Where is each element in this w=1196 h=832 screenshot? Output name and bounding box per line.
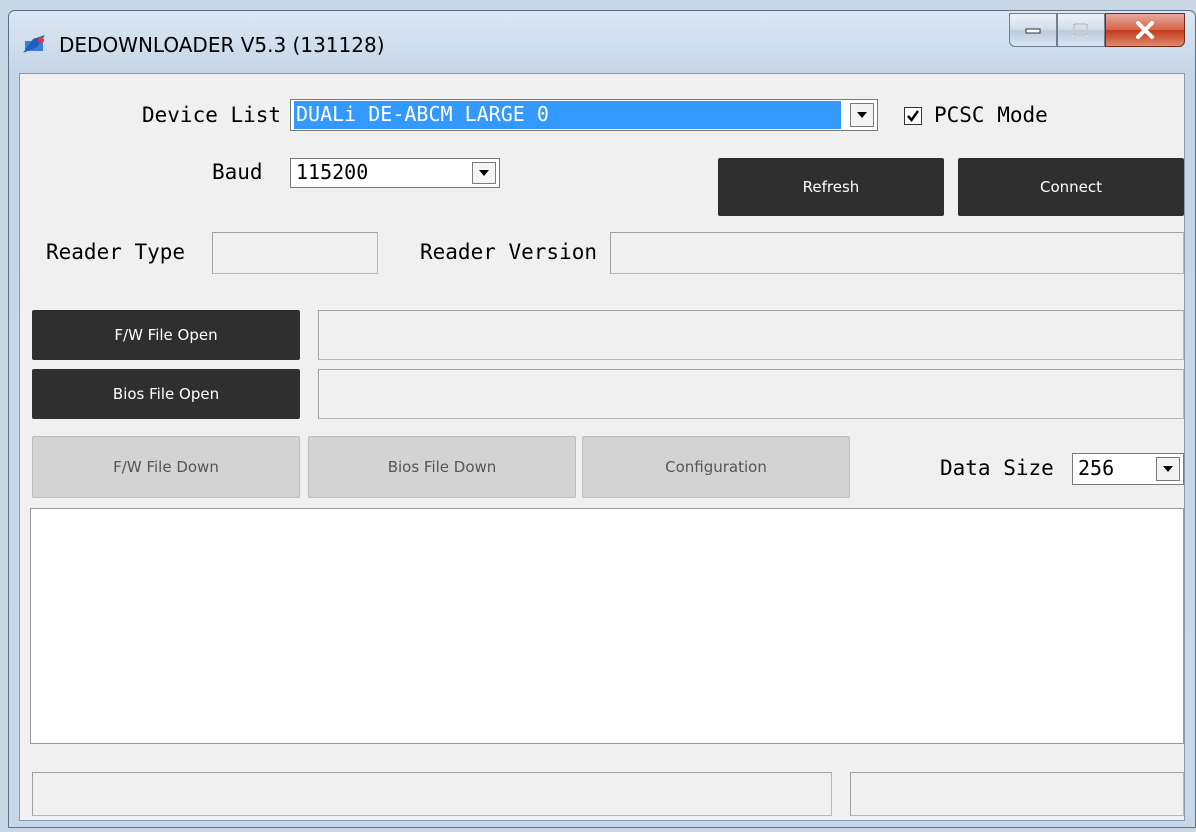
minimize-button[interactable] xyxy=(1009,13,1057,47)
app-icon xyxy=(23,35,45,53)
maximize-icon xyxy=(1073,23,1088,36)
configuration-button[interactable]: Configuration xyxy=(582,436,850,498)
device-list-value: DUALi DE-ABCM LARGE 0 xyxy=(294,101,841,129)
reader-type-field xyxy=(212,232,378,274)
data-size-value: 256 xyxy=(1078,456,1115,480)
app-window: DEDOWNLOADER V5.3 (131128) Device List D… xyxy=(8,10,1196,828)
device-list-select[interactable]: DUALi DE-ABCM LARGE 0 xyxy=(290,99,878,131)
data-size-select[interactable]: 256 xyxy=(1072,453,1184,485)
title-bar[interactable]: DEDOWNLOADER V5.3 (131128) xyxy=(9,11,1195,73)
fw-file-open-button[interactable]: F/W File Open xyxy=(32,310,300,360)
bios-file-down-button[interactable]: Bios File Down xyxy=(308,436,576,498)
connect-button[interactable]: Connect xyxy=(958,158,1184,216)
checkmark-icon xyxy=(907,110,920,123)
close-button[interactable] xyxy=(1105,13,1185,47)
fw-file-path-field xyxy=(318,310,1184,360)
minimize-icon xyxy=(1025,28,1041,34)
bios-file-open-button[interactable]: Bios File Open xyxy=(32,369,300,419)
close-icon xyxy=(1136,21,1154,39)
refresh-button[interactable]: Refresh xyxy=(718,158,944,216)
reader-version-field xyxy=(610,232,1184,274)
data-size-label: Data Size xyxy=(940,456,1054,480)
fw-file-down-button[interactable]: F/W File Down xyxy=(32,436,300,498)
baud-value: 115200 xyxy=(296,160,369,184)
baud-select[interactable]: 115200 xyxy=(290,158,500,188)
status-bar-secondary xyxy=(850,772,1184,816)
log-output-area[interactable] xyxy=(30,508,1184,744)
device-list-label: Device List xyxy=(142,103,282,127)
status-bar-main xyxy=(32,772,832,816)
chevron-down-icon xyxy=(479,170,489,176)
baud-label: Baud xyxy=(212,160,263,184)
device-list-dropdown-arrow[interactable] xyxy=(850,103,874,127)
caption-buttons xyxy=(1009,13,1185,49)
baud-dropdown-arrow[interactable] xyxy=(472,162,496,184)
data-size-dropdown-arrow[interactable] xyxy=(1156,457,1180,481)
window-title: DEDOWNLOADER V5.3 (131128) xyxy=(59,33,385,57)
reader-type-label: Reader Type xyxy=(46,240,186,264)
chevron-down-icon xyxy=(1163,466,1173,472)
chevron-down-icon xyxy=(857,112,867,118)
maximize-button[interactable] xyxy=(1057,13,1105,47)
client-area: Device List DUALi DE-ABCM LARGE 0 PCSC M… xyxy=(19,73,1185,821)
pcsc-mode-checkbox[interactable] xyxy=(904,107,922,125)
reader-version-label: Reader Version xyxy=(420,240,598,264)
pcsc-mode-label: PCSC Mode xyxy=(934,103,1048,127)
bios-file-path-field xyxy=(318,369,1184,419)
